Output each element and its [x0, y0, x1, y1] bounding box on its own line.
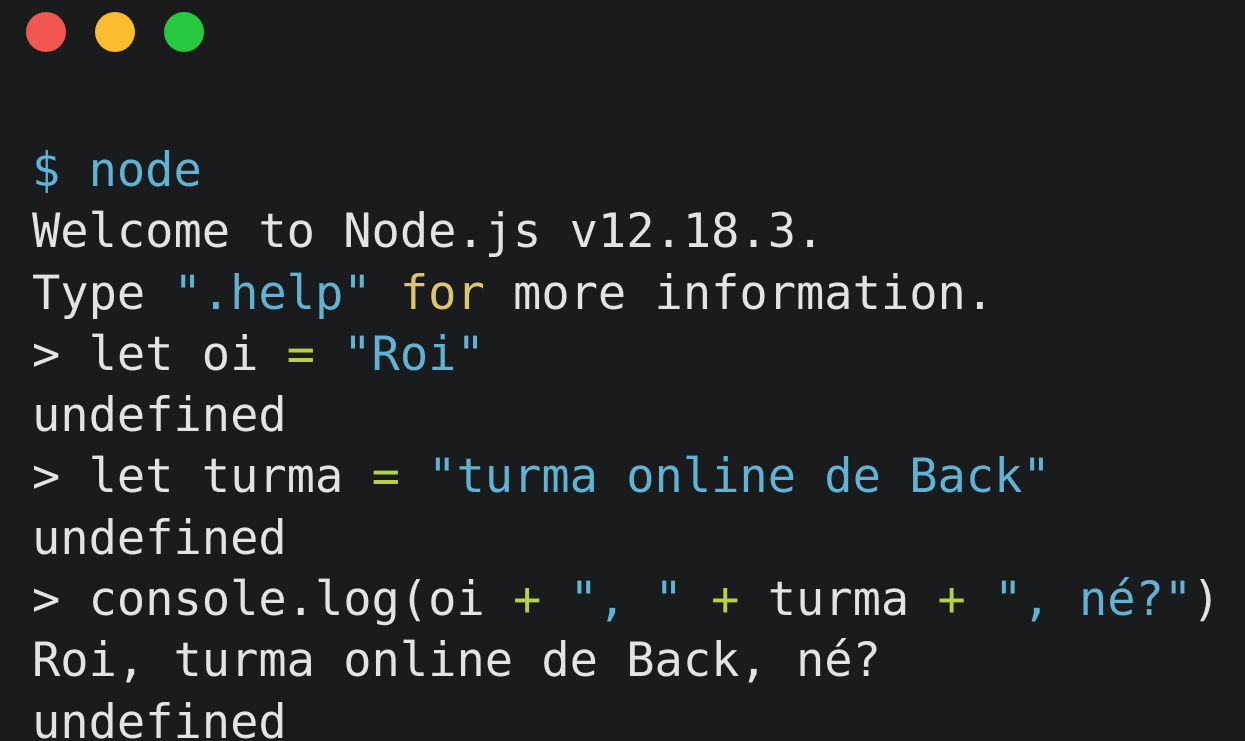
token-blue: ", né?" — [994, 572, 1193, 628]
output-undefined-2: undefined — [32, 508, 1245, 569]
output-undefined-3: undefined — [32, 692, 1245, 741]
output-log-result: Roi, turma online de Back, né? — [32, 630, 1245, 691]
token-blue: "Roi" — [343, 326, 485, 382]
token-blue: $ node — [32, 143, 202, 198]
token-blue: ", " — [569, 572, 683, 628]
token-blue: "turma online de Back" — [428, 449, 1051, 505]
welcome-line: Welcome to Node.js v12.18.3. — [32, 201, 1245, 262]
maximize-window-button[interactable] — [164, 12, 204, 52]
token-green: + — [711, 572, 740, 628]
token-text: undefined — [32, 694, 287, 741]
token-text: > let oi — [32, 326, 287, 382]
token-green: + — [937, 572, 966, 628]
token-text: Welcome to Node.js v12.18.3. — [32, 204, 825, 260]
token-yellow: for — [399, 265, 485, 321]
close-window-button[interactable] — [26, 12, 66, 52]
output-undefined-1: undefined — [32, 385, 1245, 446]
token-green: + — [513, 572, 542, 628]
token-text: undefined — [32, 510, 287, 566]
token-text: ) — [1192, 572, 1221, 628]
token-text: Type — [32, 265, 174, 321]
token-blue: ".help" — [173, 265, 372, 321]
token-green: = — [371, 449, 400, 505]
input-let-turma: > let turma = "turma online de Back" — [32, 446, 1245, 507]
token-text: more information. — [484, 265, 995, 321]
token-text: > let turma — [32, 449, 372, 505]
token-text: Roi, turma online de Back, né? — [32, 633, 881, 689]
token-text: undefined — [32, 388, 287, 444]
token-text: turma — [739, 572, 938, 628]
token-text: > console.log(oi — [32, 572, 514, 628]
minimize-window-button[interactable] — [95, 12, 135, 52]
prompt-node: $ node — [32, 140, 1245, 201]
terminal-output[interactable]: $ node Welcome to Node.js v12.18.3. Type "… — [32, 140, 1245, 741]
terminal-window: $ node Welcome to Node.js v12.18.3. Type "… — [0, 0, 1245, 741]
input-let-oi: > let oi = "Roi" — [32, 324, 1245, 385]
token-green: = — [286, 326, 315, 382]
help-line: Type ".help" for more information. — [32, 263, 1245, 324]
title-bar — [0, 0, 1245, 70]
input-console-log: > console.log(oi + ", " + turma + ", né?… — [32, 569, 1245, 630]
